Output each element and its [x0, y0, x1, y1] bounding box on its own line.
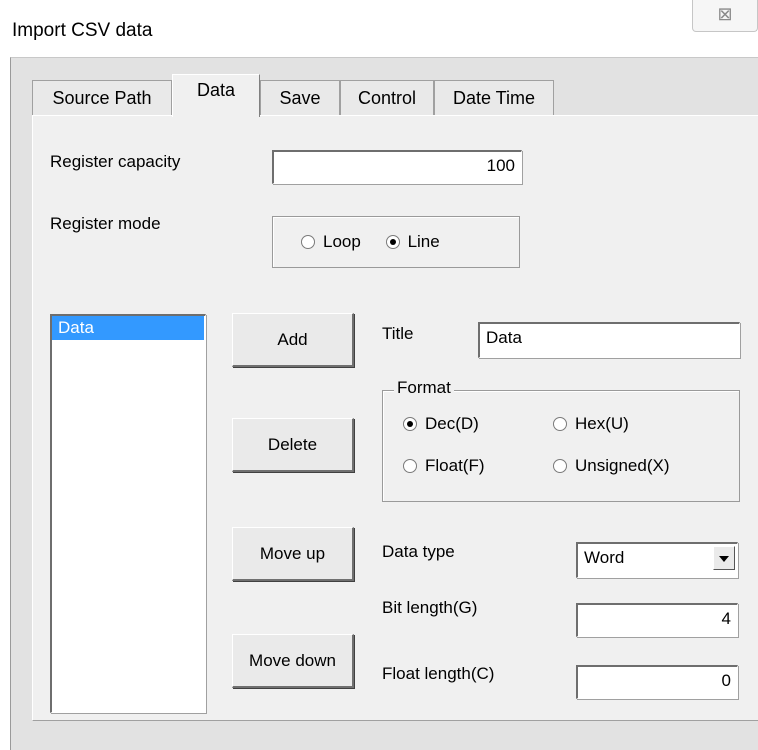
radio-line-label: Line [407, 231, 440, 251]
tab-date-time[interactable]: Date Time [434, 80, 554, 116]
window-title: Import CSV data [12, 20, 153, 41]
format-group [382, 390, 740, 502]
register-capacity-label: Register capacity [50, 152, 181, 171]
title-input[interactable]: Data [478, 322, 740, 358]
radio-line-circle [385, 234, 400, 249]
radio-hex[interactable]: Hex(U) [553, 413, 629, 434]
radio-loop-circle [301, 234, 315, 249]
data-listbox[interactable]: Data [50, 314, 206, 713]
move-down-button[interactable]: Move down [232, 634, 354, 688]
delete-button[interactable]: Delete [232, 418, 354, 472]
title-label: Title [382, 324, 414, 343]
data-type-label: Data type [382, 542, 455, 561]
data-type-select[interactable]: Word [576, 542, 738, 578]
radio-line[interactable]: Line [385, 231, 440, 252]
close-button[interactable]: ⊠ [692, 0, 758, 32]
bit-length-label: Bit length(G) [382, 598, 478, 617]
radio-dec-circle [403, 416, 417, 431]
tab-data[interactable]: Data [172, 74, 260, 117]
register-mode-group: Loop Line [272, 216, 520, 268]
bit-length-input[interactable]: 4 [576, 603, 738, 637]
move-up-button[interactable]: Move up [232, 527, 354, 581]
tab-source-path[interactable]: Source Path [32, 80, 172, 116]
float-length-input[interactable]: 0 [576, 665, 738, 699]
radio-unsigned-circle [553, 458, 567, 473]
register-mode-label: Register mode [50, 214, 161, 233]
close-icon: ⊠ [717, 4, 733, 24]
register-capacity-input[interactable]: 100 [272, 150, 522, 184]
add-button[interactable]: Add [232, 313, 354, 367]
radio-loop-label: Loop [323, 231, 361, 251]
data-type-value: Word [584, 548, 625, 567]
format-legend: Format [394, 378, 454, 398]
radio-float-label: Float(F) [425, 455, 485, 475]
list-item[interactable]: Data [52, 316, 204, 340]
radio-dec-label: Dec(D) [425, 413, 479, 433]
radio-dec[interactable]: Dec(D) [403, 413, 479, 434]
radio-hex-label: Hex(U) [575, 413, 629, 433]
float-length-label: Float length(C) [382, 664, 495, 683]
chevron-down-icon[interactable] [713, 546, 735, 570]
radio-unsigned[interactable]: Unsigned(X) [553, 455, 670, 476]
tab-save[interactable]: Save [260, 80, 340, 116]
radio-float[interactable]: Float(F) [403, 455, 485, 476]
radio-float-circle [403, 458, 417, 473]
tab-control[interactable]: Control [340, 80, 434, 116]
radio-unsigned-label: Unsigned(X) [575, 455, 670, 475]
radio-loop[interactable]: Loop [301, 231, 361, 252]
radio-hex-circle [553, 416, 567, 431]
